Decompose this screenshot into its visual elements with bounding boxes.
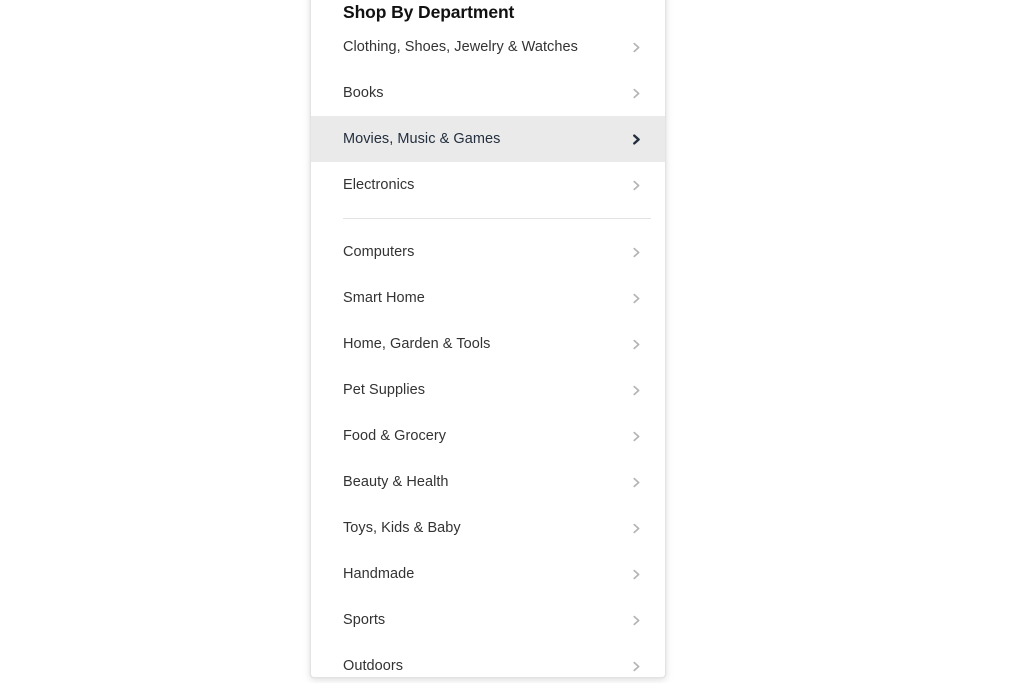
department-list-primary: Clothing, Shoes, Jewelry & Watches Books M… (311, 24, 665, 208)
chevron-right-icon (631, 42, 642, 53)
chevron-right-icon (631, 293, 642, 304)
department-item-label: Home, Garden & Tools (343, 336, 491, 352)
department-item[interactable]: Food & Grocery (311, 413, 665, 459)
page-title: Shop By Department (343, 2, 515, 22)
divider-spacer-top (311, 208, 665, 218)
chevron-right-icon (631, 661, 642, 672)
department-item[interactable]: Toys, Kids & Baby (311, 505, 665, 551)
department-item[interactable]: Beauty & Health (311, 459, 665, 505)
department-item[interactable]: Electronics (311, 162, 665, 208)
department-item[interactable]: Computers (311, 229, 665, 275)
department-item-label: Food & Grocery (343, 428, 447, 444)
chevron-right-icon (631, 247, 642, 258)
chevron-right-icon (631, 615, 642, 626)
department-item[interactable]: Movies, Music & Games (311, 116, 665, 162)
department-item[interactable]: Home, Garden & Tools (311, 321, 665, 367)
department-item[interactable]: Pet Supplies (311, 367, 665, 413)
department-item-label: Movies, Music & Games (343, 131, 501, 147)
chevron-right-icon (631, 180, 642, 191)
department-item-label: Sports (343, 612, 386, 628)
department-item-label: Electronics (343, 177, 415, 193)
department-item-label: Pet Supplies (343, 382, 426, 398)
department-item[interactable]: Smart Home (311, 275, 665, 321)
department-list-secondary: Computers Smart Home Home, Garden & Tools P… (311, 229, 665, 677)
department-item[interactable]: Handmade (311, 551, 665, 597)
department-item[interactable]: Books (311, 70, 665, 116)
department-item[interactable]: Sports (311, 597, 665, 643)
chevron-right-icon (631, 431, 642, 442)
chevron-right-icon (631, 523, 642, 534)
department-item-label: Toys, Kids & Baby (343, 520, 461, 536)
chevron-right-icon (631, 88, 642, 99)
department-item-label: Handmade (343, 566, 415, 582)
department-item-label: Clothing, Shoes, Jewelry & Watches (343, 39, 578, 55)
department-item[interactable]: Outdoors (311, 643, 665, 677)
department-item-label: Beauty & Health (343, 474, 449, 490)
department-item-label: Computers (343, 244, 415, 260)
chevron-right-icon (631, 385, 642, 396)
panel-inner: Shop By Department Clothing, Shoes, Jewe… (311, 0, 665, 677)
department-item-label: Smart Home (343, 290, 425, 306)
chevron-right-icon (631, 477, 642, 488)
department-item[interactable]: Clothing, Shoes, Jewelry & Watches (311, 24, 665, 70)
chevron-right-icon (631, 133, 642, 145)
department-item-label: Books (343, 85, 384, 101)
shop-by-department-flyout: Shop By Department Clothing, Shoes, Jewe… (310, 0, 666, 678)
divider-spacer-bottom (311, 219, 665, 229)
chevron-right-icon (631, 339, 642, 350)
chevron-right-icon (631, 569, 642, 580)
department-item-label: Outdoors (343, 658, 404, 674)
